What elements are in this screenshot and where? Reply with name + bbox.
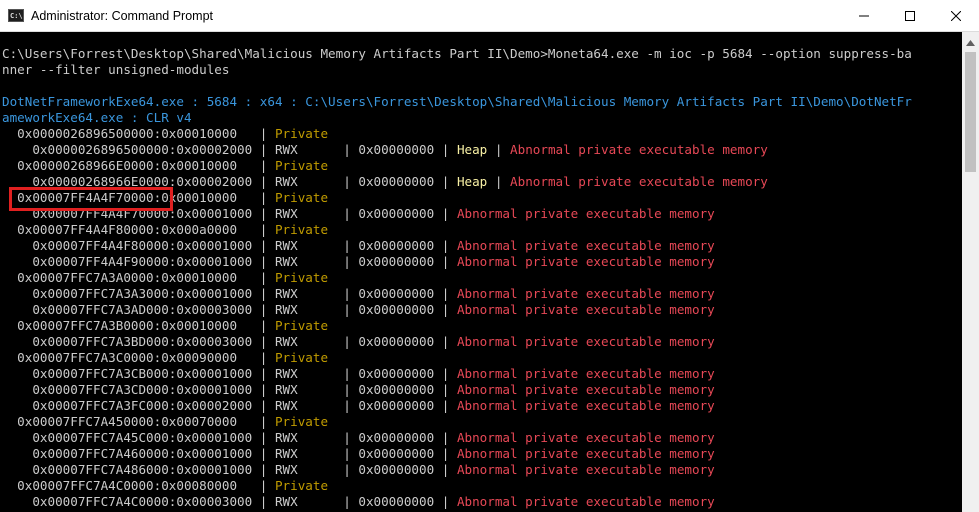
console-line: 0x00007FFC7A3FC000:0x00002000 | RWX | 0x… xyxy=(2,398,715,414)
console-line: 0x00007FFC7A45C000:0x00001000 | RWX | 0x… xyxy=(2,430,715,446)
console-text-segment: Abnormal private executable memory xyxy=(456,366,715,381)
console-text-segment: Private xyxy=(274,270,329,285)
console-line: 0x00007FFC7A3CD000:0x00001000 | RWX | 0x… xyxy=(2,382,715,398)
console-text-segment: ameworkExe64.exe : CLR v4 xyxy=(2,110,192,125)
console-line: 0x00007FFC7A3C0000:0x00090000 | Private xyxy=(2,350,328,366)
console-line: C:\Users\Forrest\Desktop\Shared\Maliciou… xyxy=(2,46,912,62)
console-text-segment: Private xyxy=(274,350,329,365)
console-text-segment: | xyxy=(487,142,511,157)
console-text-segment: 0x00007FFC7A486000:0x00001000 | RWX | 0x… xyxy=(2,462,457,477)
highlighted-address-box xyxy=(9,187,173,211)
console-text-segment: Private xyxy=(274,478,329,493)
console-text-segment: Abnormal private executable memory xyxy=(456,446,715,461)
console-text-segment: Private xyxy=(274,190,329,205)
console-line: 0x00007FFC7A4C0000:0x00003000 | RWX | 0x… xyxy=(2,494,715,510)
console-text-segment: Abnormal private executable memory xyxy=(456,254,715,269)
console-text-segment: 0x00007FF4A4F80000:0x00001000 | RWX | 0x… xyxy=(2,238,457,253)
console-line: DotNetFrameworkExe64.exe : 5684 : x64 : … xyxy=(2,94,912,110)
window-controls xyxy=(841,0,979,31)
console-text-segment: 0x0000026896500000:0x00002000 | RWX | 0x… xyxy=(2,142,457,157)
console-text-segment: nner --filter unsigned-modules xyxy=(2,62,230,77)
console-text-segment: Private xyxy=(274,318,329,333)
scroll-up-button[interactable] xyxy=(962,32,979,49)
console-line: 0x00007FFC7A486000:0x00001000 | RWX | 0x… xyxy=(2,462,715,478)
console-text-segment: 0x00007FF4A4F90000:0x00001000 | RWX | 0x… xyxy=(2,254,457,269)
console-text-segment: 0x00007FFC7A3FC000:0x00002000 | RWX | 0x… xyxy=(2,398,457,413)
maximize-icon xyxy=(905,10,915,21)
console-text-segment: DotNetFrameworkExe64.exe : 5684 : x64 : … xyxy=(2,94,912,109)
console-text-segment: Abnormal private executable memory xyxy=(456,398,715,413)
console-text-segment: Abnormal private executable memory xyxy=(456,494,715,509)
console-text-segment: 0x00007FFC7A3BD000:0x00003000 | RWX | 0x… xyxy=(2,334,457,349)
console-text-segment: 0x00007FFC7A45C000:0x00001000 | RWX | 0x… xyxy=(2,430,457,445)
console-line: 0x0000026896500000:0x00002000 | RWX | 0x… xyxy=(2,142,768,158)
console-text-segment: Private xyxy=(274,414,329,429)
console-text-segment: 0x00007FF4A4F80000:0x000a0000 | xyxy=(2,222,275,237)
window-title: Administrator: Command Prompt xyxy=(31,8,214,23)
console-line: 0x00007FFC7A3CB000:0x00001000 | RWX | 0x… xyxy=(2,366,715,382)
scrollbar-thumb[interactable] xyxy=(965,52,976,172)
console-text-segment: Abnormal private executable memory xyxy=(456,206,715,221)
console-text-segment: Abnormal private executable memory xyxy=(456,238,715,253)
console-text-segment: Private xyxy=(274,222,329,237)
console-text-segment: Heap xyxy=(456,142,488,157)
vertical-scrollbar[interactable] xyxy=(962,32,979,512)
console-line: 0x00007FFC7A3A3000:0x00001000 | RWX | 0x… xyxy=(2,286,715,302)
close-icon xyxy=(951,10,961,21)
console-line: 0x00007FF4A4F90000:0x00001000 | RWX | 0x… xyxy=(2,254,715,270)
console-text-segment: 0x00007FFC7A3CB000:0x00001000 | RWX | 0x… xyxy=(2,366,457,381)
console-text-segment: 0x00007FFC7A3A3000:0x00001000 | RWX | 0x… xyxy=(2,286,457,301)
console-output[interactable]: C:\Users\Forrest\Desktop\Shared\Maliciou… xyxy=(0,32,962,512)
console-text-segment: 0x00000268966E0000:0x00010000 | xyxy=(2,158,275,173)
minimize-button[interactable] xyxy=(841,0,887,31)
console-text-segment: 0x0000026896500000:0x00010000 | xyxy=(2,126,275,141)
console-line: 0x00007FFC7A3AD000:0x00003000 | RWX | 0x… xyxy=(2,302,715,318)
console-text-segment: | xyxy=(487,174,511,189)
console-text-segment: 0x00007FFC7A3A0000:0x00010000 | xyxy=(2,270,275,285)
console-text-segment: 0x00007FFC7A450000:0x00070000 | xyxy=(2,414,275,429)
maximize-button[interactable] xyxy=(887,0,933,31)
console-line: 0x00007FF4A4F80000:0x000a0000 | Private xyxy=(2,222,328,238)
console-text-segment: C:\Users\Forrest\Desktop\Shared\Maliciou… xyxy=(2,46,912,61)
console-text-segment: 0x00007FFC7A3AD000:0x00003000 | RWX | 0x… xyxy=(2,302,457,317)
console-line: nner --filter unsigned-modules xyxy=(2,62,229,78)
console-text-segment: Abnormal private executable memory xyxy=(456,334,715,349)
close-button[interactable] xyxy=(933,0,979,31)
console-text-segment: Abnormal private executable memory xyxy=(510,142,768,157)
console-text-segment: 0x00007FFC7A4C0000:0x00080000 | xyxy=(2,478,275,493)
scroll-up-arrow-icon xyxy=(966,31,975,50)
console-text-segment: 0x00007FFC7A3CD000:0x00001000 | RWX | 0x… xyxy=(2,382,457,397)
title-bar[interactable]: C:\. Administrator: Command Prompt xyxy=(0,0,979,32)
console-text-segment: Abnormal private executable memory xyxy=(456,430,715,445)
console-text-segment: 0x00007FFC7A4C0000:0x00003000 | RWX | 0x… xyxy=(2,494,457,509)
console-line: 0x00007FF4A4F80000:0x00001000 | RWX | 0x… xyxy=(2,238,715,254)
console-line: 0x00007FFC7A450000:0x00070000 | Private xyxy=(2,414,328,430)
console-line: 0x00007FFC7A4C0000:0x00080000 | Private xyxy=(2,478,328,494)
console-text-segment: Abnormal private executable memory xyxy=(456,462,715,477)
console-text-segment: 0x00007FFC7A460000:0x00001000 | RWX | 0x… xyxy=(2,446,457,461)
console-line: 0x0000026896500000:0x00010000 | Private xyxy=(2,126,328,142)
console-text-segment: Abnormal private executable memory xyxy=(456,286,715,301)
console-line: 0x00007FFC7A3BD000:0x00003000 | RWX | 0x… xyxy=(2,334,715,350)
console-line: ameworkExe64.exe : CLR v4 xyxy=(2,110,192,126)
console-text-segment: Abnormal private executable memory xyxy=(456,382,715,397)
console-text-segment: 0x00007FFC7A3C0000:0x00090000 | xyxy=(2,350,275,365)
console-line: 0x00007FFC7A460000:0x00001000 | RWX | 0x… xyxy=(2,446,715,462)
minimize-icon xyxy=(859,11,869,21)
console-text-segment: Private xyxy=(274,158,329,173)
console-line: 0x00007FFC7A3A0000:0x00010000 | Private xyxy=(2,270,328,286)
console-line: 0x00007FFC7A3B0000:0x00010000 | Private xyxy=(2,318,328,334)
console-text-segment: Abnormal private executable memory xyxy=(510,174,768,189)
console-text-segment: Private xyxy=(274,126,329,141)
console-text-segment: Heap xyxy=(456,174,488,189)
cmd-icon: C:\. xyxy=(8,9,24,22)
console-line: 0x00000268966E0000:0x00010000 | Private xyxy=(2,158,328,174)
console-text-segment: Abnormal private executable memory xyxy=(456,302,715,317)
console-text-segment: 0x00007FFC7A3B0000:0x00010000 | xyxy=(2,318,275,333)
